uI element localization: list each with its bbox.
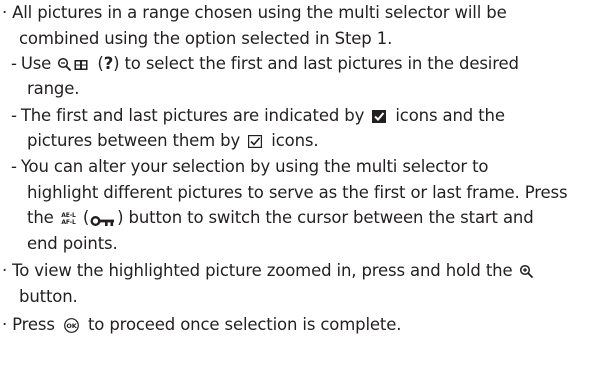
bullet-item-range: · All pictures in a range chosen using th… xyxy=(2,2,507,24)
text-line: You can alter your selection by using th… xyxy=(20,157,489,176)
help-button-glyph: ? xyxy=(103,54,114,73)
text-segment: Press xyxy=(12,315,60,334)
sub-item-first-last-continued: pictures between them by icons. xyxy=(27,130,319,152)
text-segment: the xyxy=(27,208,59,227)
bullet-item-range-continued: combined using the option selected in St… xyxy=(19,28,392,50)
document-page: · All pictures in a range chosen using th… xyxy=(0,0,613,382)
dash-mark: - xyxy=(11,106,17,125)
text-segment: icons and the xyxy=(390,106,505,125)
text-line: button. xyxy=(19,287,78,306)
sub-item-alter-selection-line2: highlight different pictures to serve as… xyxy=(27,182,568,204)
bullet-mark: · xyxy=(2,315,8,334)
text-segment: The first and last pictures are indicate… xyxy=(20,106,370,125)
dash-mark: - xyxy=(11,54,17,73)
text-segment: ( xyxy=(92,54,104,73)
zoom-in-icon xyxy=(519,264,535,280)
ae-af-lock-icon: AE-L AF-L xyxy=(61,210,76,227)
text-segment: ) to select the first and last pictures … xyxy=(113,54,519,73)
text-segment: Use xyxy=(20,54,57,73)
svg-text:AE-L: AE-L xyxy=(61,212,76,219)
protect-key-icon xyxy=(90,212,116,226)
sub-item-use-zoom-out-continued: range. xyxy=(27,78,79,100)
sub-item-alter-selection-line4: end points. xyxy=(27,233,118,255)
svg-text:AF-L: AF-L xyxy=(61,219,76,226)
check-filled-icon xyxy=(371,108,388,125)
svg-text:OK: OK xyxy=(66,322,77,330)
sub-item-use-zoom-out: - Use (?) to select the first and last pi… xyxy=(11,53,519,75)
text-segment: To view the highlighted picture zoomed i… xyxy=(12,261,518,280)
check-outline-icon xyxy=(247,133,264,150)
zoom-out-icon xyxy=(57,57,73,73)
bullet-item-zoom-view-continued: button. xyxy=(19,286,78,308)
thumbnail-icon xyxy=(74,57,88,73)
bullet-mark: · xyxy=(2,3,8,22)
bullet-item-zoom-view: · To view the highlighted picture zoomed … xyxy=(2,260,536,282)
bullet-mark: · xyxy=(2,261,8,280)
text-segment: ( xyxy=(77,208,90,227)
text-line: All pictures in a range chosen using the… xyxy=(12,3,507,22)
bullet-item-proceed: · Press OK to proceed once selection is c… xyxy=(2,314,402,336)
text-line: highlight different pictures to serve as… xyxy=(27,183,568,202)
sub-item-first-last: - The first and last pictures are indicat… xyxy=(11,105,505,127)
dash-mark: - xyxy=(11,157,17,176)
sub-item-alter-selection: - You can alter your selection by using t… xyxy=(11,156,489,178)
text-line: end points. xyxy=(27,234,118,253)
text-segment: pictures between them by xyxy=(27,131,246,150)
text-segment: ) button to switch the cursor between th… xyxy=(117,208,534,227)
text-segment: icons. xyxy=(266,131,319,150)
text-line: combined using the option selected in St… xyxy=(19,29,393,48)
ok-button-icon: OK xyxy=(63,317,80,334)
text-line: range. xyxy=(27,79,80,98)
text-segment: to proceed once selection is complete. xyxy=(82,315,402,334)
sub-item-alter-selection-line3: the AE-L AF-L ( ) button to switch the c… xyxy=(27,207,534,229)
